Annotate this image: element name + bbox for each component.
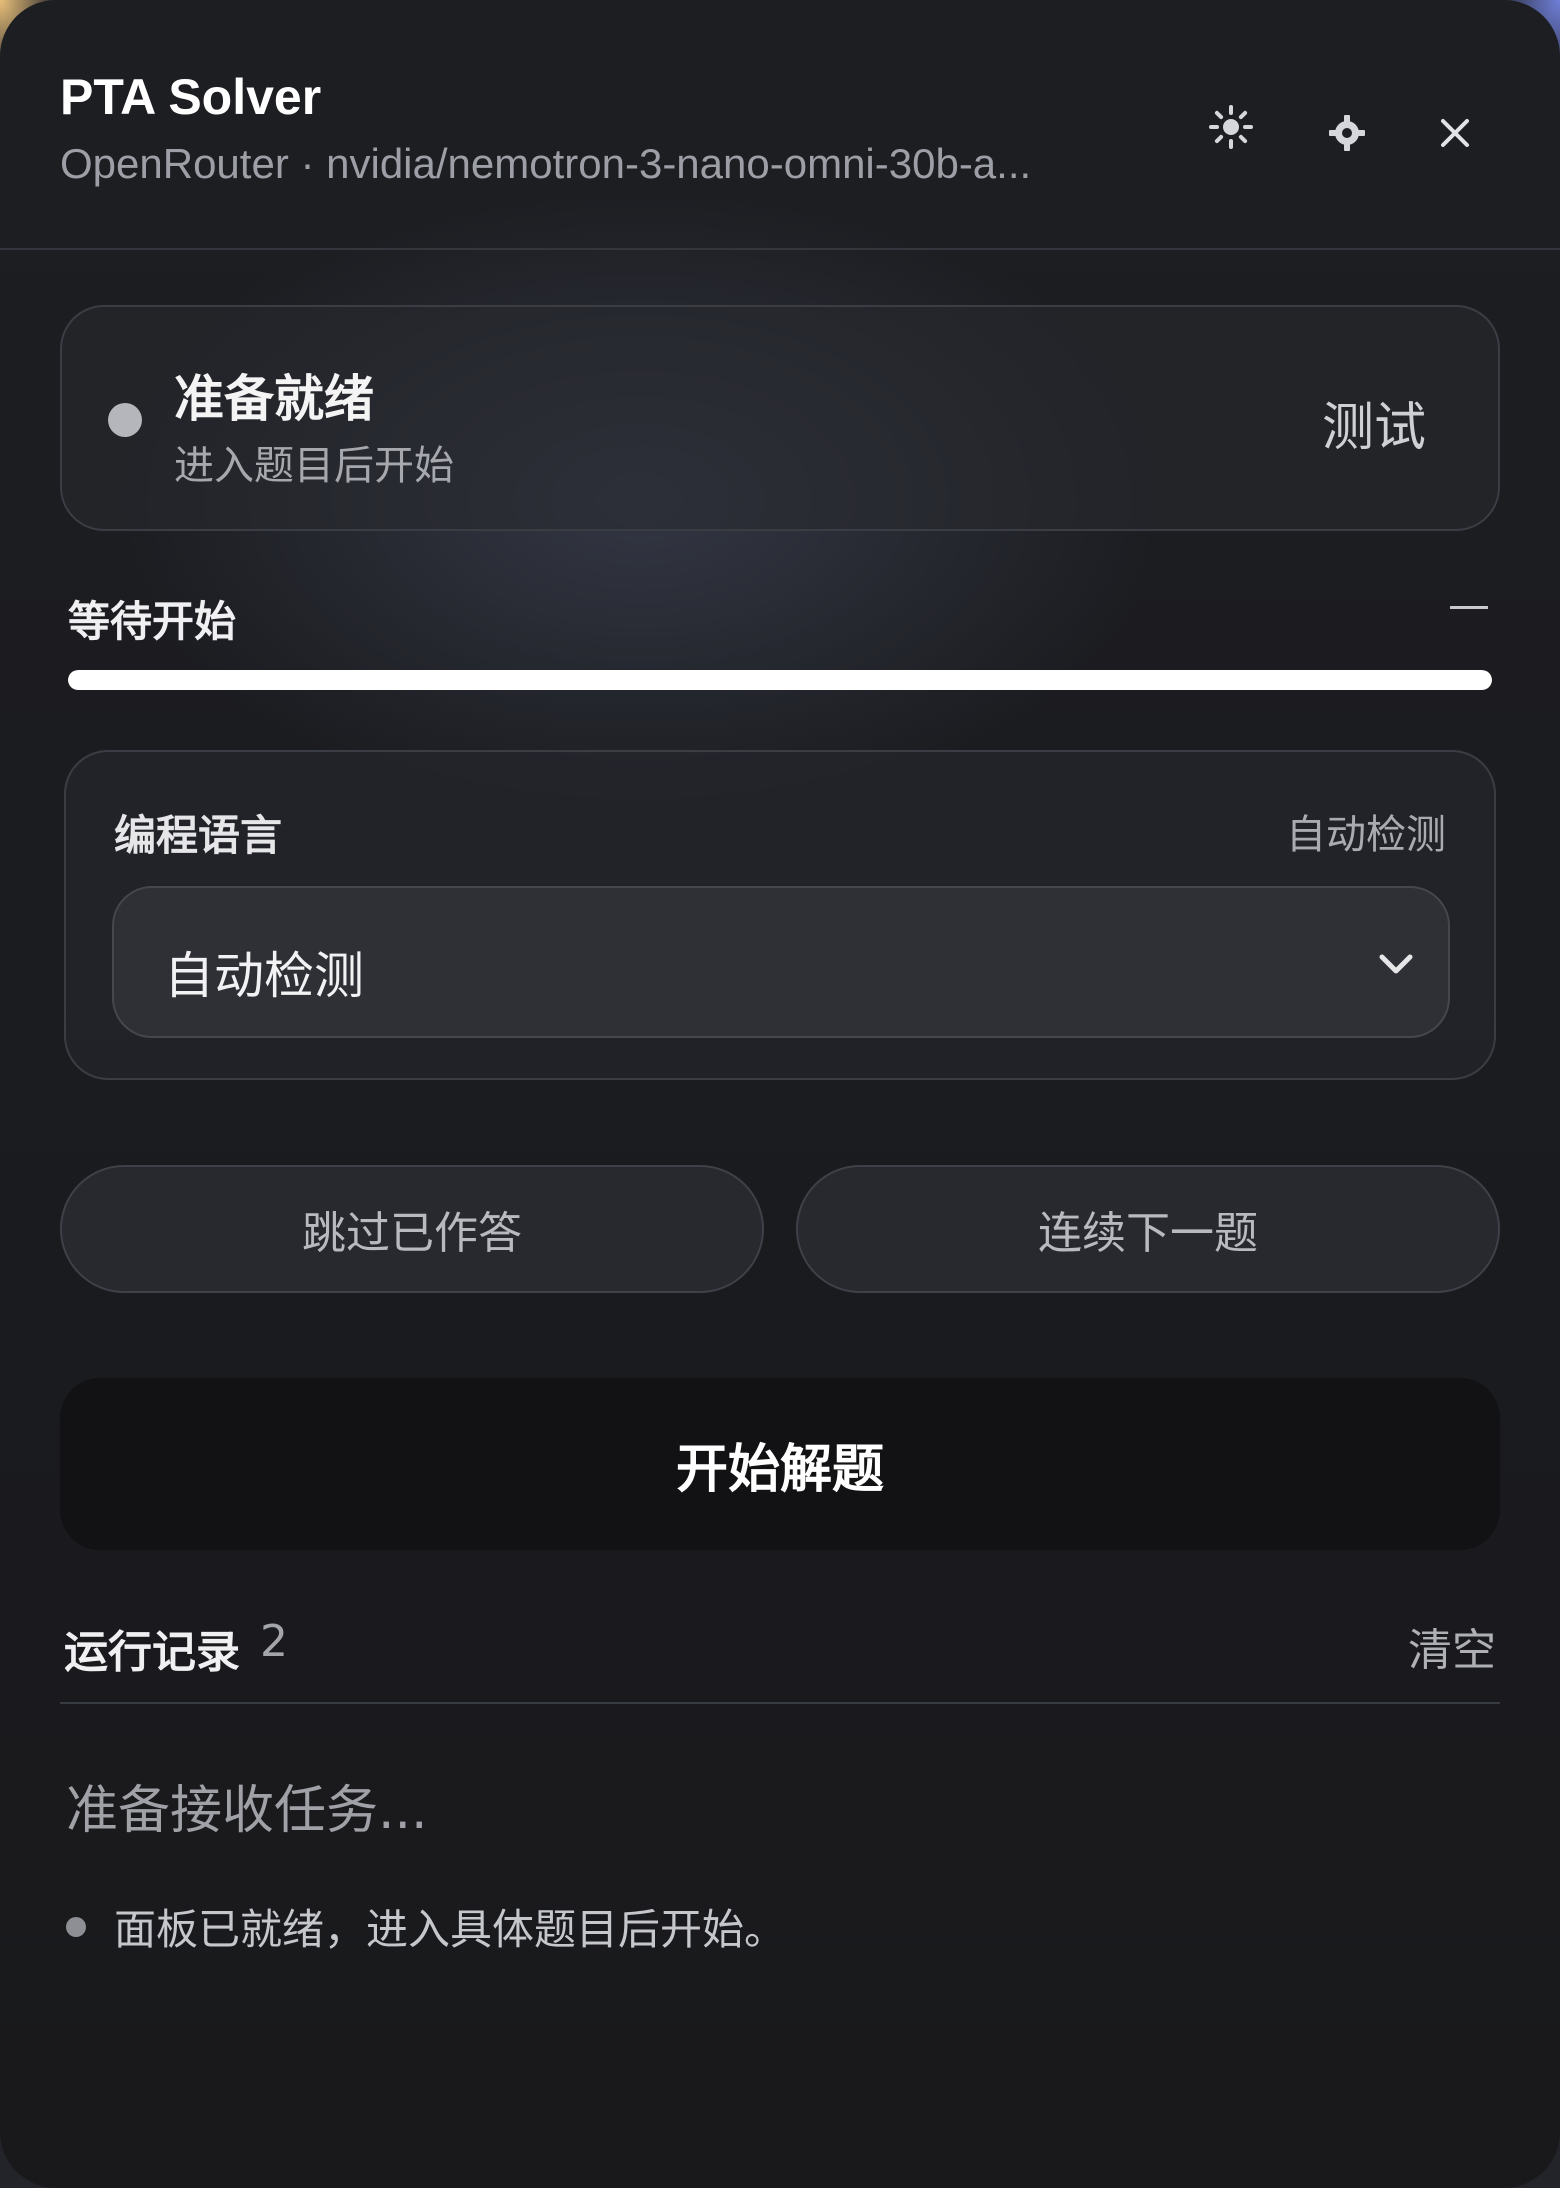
- status-card: 准备就绪 进入题目后开始 测试: [60, 305, 1500, 531]
- close-icon: [1441, 119, 1469, 147]
- language-select[interactable]: 自动检测: [112, 886, 1450, 1038]
- log-count: 2: [260, 1616, 288, 1667]
- language-hint: 自动检测: [1286, 812, 1446, 858]
- app-title: PTA Solver: [60, 69, 322, 125]
- progress-fill: [68, 670, 1492, 690]
- log-title: 运行记录: [64, 1627, 240, 1678]
- close-button[interactable]: [1420, 98, 1490, 168]
- skip-answered-button[interactable]: 跳过已作答: [60, 1165, 764, 1293]
- test-button[interactable]: 测试: [1322, 385, 1426, 460]
- language-selected-value: 自动检测: [164, 947, 364, 1005]
- gear-icon: [1329, 115, 1365, 151]
- settings-button[interactable]: [1312, 98, 1382, 168]
- log-entry: 面板已就绪，进入具体题目后开始。: [66, 1896, 786, 1957]
- progress-label: 等待开始: [68, 597, 237, 646]
- language-label: 编程语言: [114, 811, 283, 860]
- status-subtitle: 进入题目后开始: [174, 443, 454, 489]
- theme-toggle-button[interactable]: [1196, 92, 1266, 162]
- sun-icon: [1209, 105, 1253, 149]
- log-header: 运行记录 2 清空: [60, 1600, 1500, 1704]
- progress-value: —: [1448, 580, 1490, 629]
- solver-panel: PTA Solver OpenRouter · nvidia/nemotron-…: [0, 0, 1560, 2188]
- continue-next-button[interactable]: 连续下一题: [796, 1165, 1500, 1293]
- model-subtitle: OpenRouter · nvidia/nemotron-3-nano-omni…: [60, 140, 1032, 187]
- log-status: 准备接收任务...: [66, 1781, 428, 1841]
- language-card: 编程语言 自动检测 自动检测: [64, 750, 1496, 1080]
- log-bullet: [66, 1916, 86, 1937]
- chevron-down-icon: [1379, 954, 1413, 974]
- start-solving-button[interactable]: 开始解题: [60, 1378, 1500, 1550]
- clear-log-button[interactable]: 清空: [1408, 1614, 1496, 1678]
- log-entry-text: 面板已就绪，进入具体题目后开始。: [114, 1905, 787, 1954]
- panel-header: PTA Solver OpenRouter · nvidia/nemotron-…: [0, 0, 1560, 250]
- progress-bar: [68, 670, 1492, 690]
- status-indicator: [108, 403, 142, 437]
- status-title: 准备就绪: [174, 370, 374, 428]
